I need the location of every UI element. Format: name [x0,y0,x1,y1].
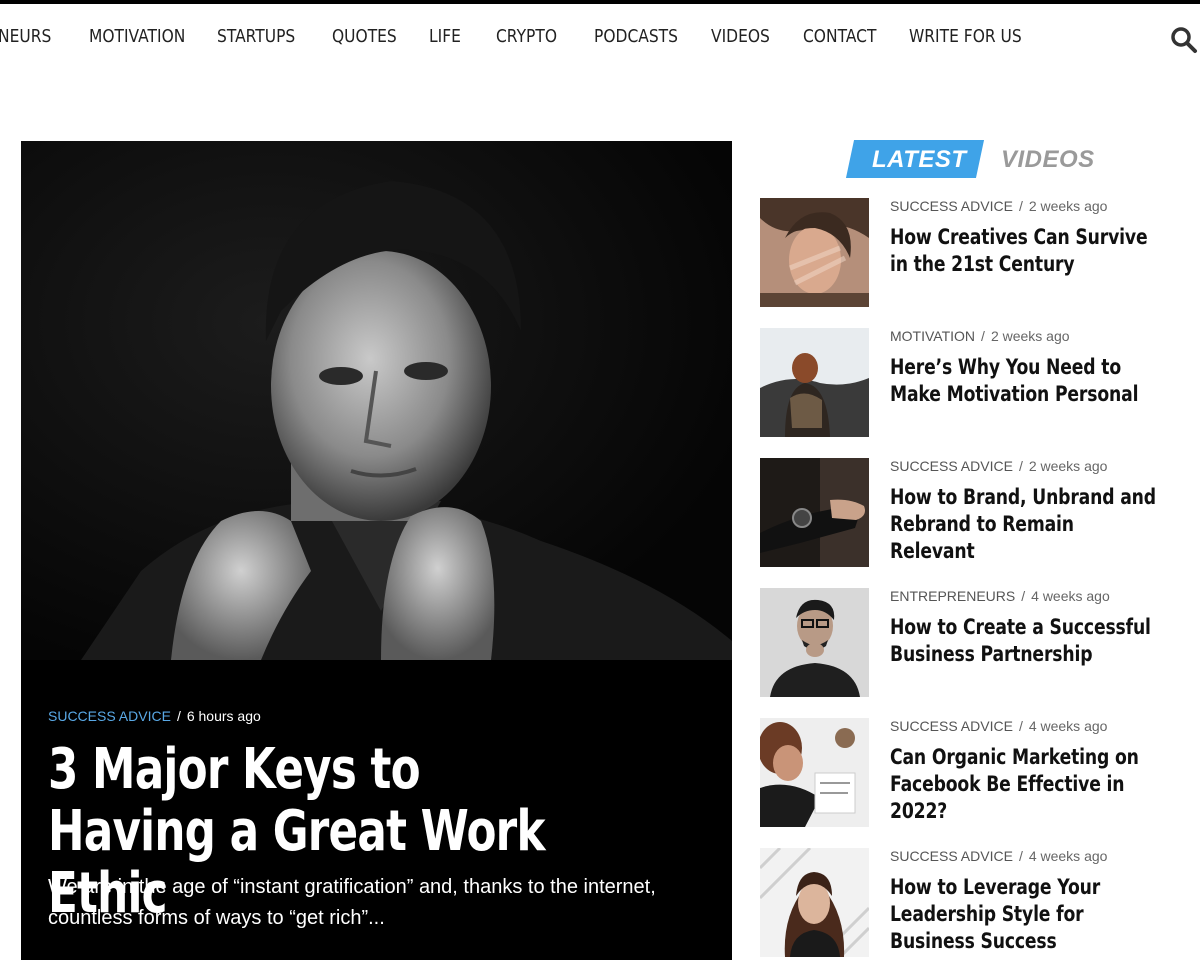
article-thumbnail[interactable] [760,588,869,697]
nav-item-contact[interactable]: CONTACT [803,26,876,47]
article-category[interactable]: SUCCESS ADVICE [890,848,1013,864]
nav-item-life[interactable]: LIFE [429,26,461,47]
nav-item-videos[interactable]: VIDEOS [711,26,770,47]
article-meta: ENTREPRENEURS / 4 weeks ago [890,588,1110,604]
tab-latest-label: LATEST [872,146,967,173]
article-time: 4 weeks ago [1031,588,1110,604]
article-title[interactable]: Can Organic Marketing on Facebook Be Eff… [890,744,1161,825]
feed-tabs: LATEST VIDEOS [845,140,1110,178]
article-thumbnail[interactable] [760,458,869,567]
list-item[interactable]: SUCCESS ADVICE / 4 weeks ago Can Organic M… [760,718,1190,830]
nav-item-entrepreneurs[interactable]: NEURS [0,26,51,47]
meta-separator: / [1018,718,1023,734]
article-category[interactable]: SUCCESS ADVICE [890,718,1013,734]
featured-article[interactable]: SUCCESS ADVICE/6 hours ago 3 Major Keys … [21,141,732,960]
meta-separator: / [1018,458,1023,474]
article-time: 4 weeks ago [1028,848,1108,864]
article-time: 2 weeks ago [990,328,1070,344]
article-title[interactable]: How Creatives Can Survive in the 21st Ce… [890,224,1161,278]
article-thumbnail[interactable] [760,848,869,957]
list-item[interactable]: SUCCESS ADVICE / 2 weeks ago How Creatives… [760,198,1190,310]
featured-article-time: 6 hours ago [186,708,261,724]
list-item[interactable]: ENTREPRENEURS / 4 weeks ago How to Create … [760,588,1190,700]
nav-item-motivation[interactable]: MOTIVATION [89,26,185,47]
article-meta: SUCCESS ADVICE / 2 weeks ago [890,198,1107,214]
search-icon[interactable] [1170,26,1198,54]
article-category[interactable]: SUCCESS ADVICE [890,198,1013,214]
list-item[interactable]: MOTIVATION / 2 weeks ago Here’s Why You Ne… [760,328,1190,440]
tab-latest[interactable]: LATEST [845,140,985,178]
article-time: 2 weeks ago [1028,198,1108,214]
list-item[interactable]: SUCCESS ADVICE / 4 weeks ago How to Levera… [760,848,1190,960]
article-thumbnail[interactable] [760,328,869,437]
article-title[interactable]: Here’s Why You Need to Make Motivation P… [890,354,1161,408]
featured-article-photo [21,141,732,660]
article-meta: MOTIVATION / 2 weeks ago [890,328,1070,344]
article-meta: SUCCESS ADVICE / 4 weeks ago [890,848,1107,864]
meta-separator: / [981,328,985,344]
featured-article-excerpt: We are in the age of “instant gratificat… [48,876,656,929]
meta-separator: / [1018,848,1023,864]
article-time: 4 weeks ago [1028,718,1108,734]
article-category[interactable]: ENTREPRENEURS [890,588,1015,604]
article-time: 2 weeks ago [1028,458,1108,474]
main-nav: NEURS MOTIVATION STARTUPS QUOTES LIFE CR… [0,4,1200,76]
featured-article-meta: SUCCESS ADVICE / 6 hours ago [48,708,261,724]
article-title[interactable]: How to Leverage Your Leadership Style fo… [890,874,1161,955]
meta-separator: / [1021,588,1026,604]
nav-item-write-for-us[interactable]: WRITE FOR US [909,26,1022,47]
article-thumbnail[interactable] [760,198,869,307]
article-thumbnail[interactable] [760,718,869,827]
article-category[interactable]: MOTIVATION [890,328,975,344]
meta-separator: / [176,708,181,724]
tab-videos[interactable]: VIDEOS [1001,146,1095,174]
article-meta: SUCCESS ADVICE / 4 weeks ago [890,718,1107,734]
nav-item-crypto[interactable]: CRYPTO [496,26,557,47]
article-category[interactable]: SUCCESS ADVICE [890,458,1013,474]
article-title[interactable]: How to Create a Successful Business Part… [890,614,1161,668]
nav-item-quotes[interactable]: QUOTES [332,26,397,47]
nav-item-startups[interactable]: STARTUPS [217,26,295,47]
article-title[interactable]: How to Brand, Unbrand and Rebrand to Rem… [890,484,1161,565]
featured-article-category[interactable]: SUCCESS ADVICE [48,708,171,724]
meta-separator: / [1018,198,1023,214]
article-meta: SUCCESS ADVICE / 2 weeks ago [890,458,1107,474]
nav-item-podcasts[interactable]: PODCASTS [594,26,678,47]
list-item[interactable]: SUCCESS ADVICE / 2 weeks ago How to Brand,… [760,458,1190,570]
